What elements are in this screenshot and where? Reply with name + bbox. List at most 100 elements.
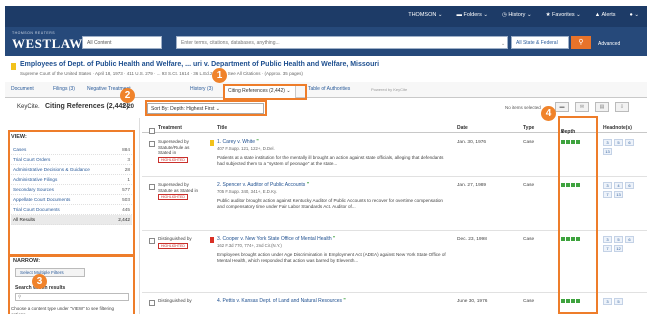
view-item-administrative-filings[interactable]: Administrative Filings 1 [11, 175, 132, 185]
headnote-links: 3 4 6 7 13 [603, 182, 643, 198]
email-icon[interactable]: ✉ [575, 102, 589, 112]
document-citation: Supreme Court of the United States · Apr… [20, 71, 303, 76]
table-row: Distinguished by 4. Pettis v. Kansas Dep… [142, 293, 647, 314]
sidebar-divider [139, 118, 140, 314]
headnote-link[interactable]: 3 [603, 139, 612, 146]
highlighted-link[interactable]: HIGHLIGHTED [158, 242, 188, 249]
search-within-results-input[interactable]: ⚲ [15, 293, 129, 301]
red-flag-icon [210, 237, 214, 243]
case-type: Case [523, 237, 535, 242]
case-type: Case [523, 140, 535, 145]
col-type[interactable]: Type [523, 125, 534, 131]
narrow-label: NARROW: [13, 258, 41, 264]
yellow-flag-icon [210, 140, 214, 146]
table-row: Distinguished by HIGHLIGHTED 3. Cooper v… [142, 231, 647, 293]
folders-menu[interactable]: ▬ Folders ⌄ [456, 12, 488, 18]
chevron-down-icon[interactable]: ⌄ [501, 41, 505, 47]
headnote-link[interactable]: 5 [614, 298, 623, 305]
case-title-link[interactable]: 3. Cooper v. New York State Office of Me… [217, 236, 335, 242]
tab-table-of-authorities[interactable]: Table of Authorities [308, 86, 350, 92]
print-icon[interactable]: ▤ [595, 102, 609, 112]
depth-marker-icon: " [343, 298, 346, 304]
treatment-cell: Superseded by Statute as Stated in HIGHL… [158, 182, 199, 200]
headnote-link[interactable]: 4 [614, 182, 623, 189]
col-treatment[interactable]: Treatment [158, 125, 182, 131]
case-type: Case [523, 183, 535, 188]
view-item-cases[interactable]: Cases 884 [11, 145, 132, 155]
treatment-cell: Distinguished by HIGHLIGHTED [158, 236, 192, 249]
search-header: THOMSON REUTERS WESTLAW All Content Ente… [5, 27, 647, 56]
headnote-link[interactable]: 5 [614, 236, 623, 243]
results-table-header: Treatment Title Date Type Depth ▾ Headno… [142, 121, 647, 135]
history-menu[interactable]: ◷ History ⌄ [502, 12, 532, 18]
westlaw-window: THOMSON ⌄ ▬ Folders ⌄ ◷ History ⌄ ★ Favo… [5, 6, 647, 314]
tab-document[interactable]: Document [11, 86, 34, 92]
headnote-link[interactable]: 5 [614, 139, 623, 146]
jurisdiction-select[interactable]: All State & Federal [511, 36, 569, 49]
result-range: 1-20 [122, 104, 135, 110]
favorites-menu[interactable]: ★ Favorites ⌄ [546, 12, 581, 18]
annotation-badge-3: 3 [32, 274, 47, 289]
view-item-appellate-court-documents[interactable]: Appellate Court Documents 503 [11, 195, 132, 205]
case-date: Jan. 30, 1976 [457, 140, 487, 145]
case-title-link[interactable]: 2. Spencer v. Auditor of Public Accounts… [217, 182, 309, 188]
select-multiple-filters-button[interactable]: Select Multiple Filters [15, 268, 85, 277]
westlaw-logo[interactable]: WESTLAW [12, 36, 83, 52]
depth-bars [561, 183, 580, 187]
case-title-link[interactable]: 4. Pettis v. Kansas Dept. of Land and Na… [217, 298, 346, 304]
headnote-link[interactable]: 6 [625, 182, 634, 189]
view-item-trial-court-orders[interactable]: Trial Court Orders 3 [11, 155, 132, 165]
annotation-badge-1: 1 [212, 68, 227, 83]
document-tabs: Document Filings (3) Negative Treatment … [5, 82, 647, 98]
col-headnotes[interactable]: Headnote(s) [603, 125, 632, 131]
headnote-link[interactable]: 7 [603, 245, 612, 252]
view-item-trial-court-documents[interactable]: Trial Court Documents 445 [11, 205, 132, 215]
annotation-badge-2: 2 [120, 88, 135, 103]
headnote-link[interactable]: 3 [603, 298, 612, 305]
tab-history[interactable]: History (3) [190, 86, 213, 92]
case-date: Dec. 23, 1998 [457, 237, 487, 242]
headnote-link[interactable]: 13 [614, 191, 623, 198]
search-input[interactable]: Enter terms, citations, databases, anyth… [176, 36, 508, 49]
row-checkbox[interactable] [149, 300, 155, 308]
row-checkbox[interactable] [149, 238, 155, 246]
headnote-link[interactable]: 3 [603, 182, 612, 189]
view-item-administrative-decisions[interactable]: Administrative Decisions & Guidance 28 [11, 165, 132, 175]
search-button[interactable]: ⚲ [571, 36, 591, 49]
keycite-logo: KeyCite. [17, 104, 40, 110]
sort-by-select[interactable]: Sort By: Depth: Highest First ⌄ [147, 103, 264, 114]
folder-icon: ▬ [456, 12, 464, 18]
user-menu[interactable]: ● ⌄ [630, 12, 639, 18]
headnote-links: 3 5 6 13 [603, 139, 643, 155]
col-date[interactable]: Date [457, 125, 468, 131]
highlighted-link[interactable]: HIGHLIGHTED [158, 156, 188, 163]
headnote-link[interactable]: 3 [603, 236, 612, 243]
tab-citing-references[interactable]: Citing References (2,442) ⌄ [223, 84, 296, 98]
advanced-search-link[interactable]: Advanced [598, 41, 620, 47]
headnote-link[interactable]: 12 [614, 245, 623, 252]
download-icon[interactable]: ⇩ [615, 102, 629, 112]
headnote-link[interactable]: 6 [625, 139, 634, 146]
table-row: Superseded by Statute as Stated in HIGHL… [142, 177, 647, 231]
filter-hint-text: Choose a content type under "VIEW" to se… [11, 306, 115, 314]
highlighted-link[interactable]: HIGHLIGHTED [158, 194, 188, 200]
col-title[interactable]: Title [217, 125, 227, 131]
keycite-powered-label: Powered by KeyCite [371, 87, 408, 92]
top-nav: THOMSON ⌄ ▬ Folders ⌄ ◷ History ⌄ ★ Favo… [408, 12, 639, 18]
headnote-link[interactable]: 13 [603, 148, 612, 155]
tab-filings[interactable]: Filings (3) [53, 86, 75, 92]
case-title-link[interactable]: 1. Carey v. White " [217, 139, 259, 145]
headnote-link[interactable]: 7 [603, 191, 612, 198]
document-title[interactable]: Employees of Dept. of Public Health and … [20, 61, 379, 68]
row-checkbox[interactable] [149, 184, 155, 192]
view-item-all-results[interactable]: All Results 2,442 [11, 215, 132, 225]
view-item-secondary-sources[interactable]: Secondary Sources 577 [11, 185, 132, 195]
top-bar: THOMSON ⌄ ▬ Folders ⌄ ◷ History ⌄ ★ Favo… [5, 6, 647, 27]
content-type-select[interactable]: All Content [82, 36, 162, 49]
view-label: VIEW: [11, 134, 27, 140]
alerts-menu[interactable]: ▲ Alerts [595, 12, 616, 18]
thomson-menu[interactable]: THOMSON ⌄ [408, 12, 442, 18]
headnote-link[interactable]: 6 [625, 236, 634, 243]
folder-icon[interactable]: ▬ [555, 102, 569, 112]
row-checkbox[interactable] [149, 141, 155, 149]
